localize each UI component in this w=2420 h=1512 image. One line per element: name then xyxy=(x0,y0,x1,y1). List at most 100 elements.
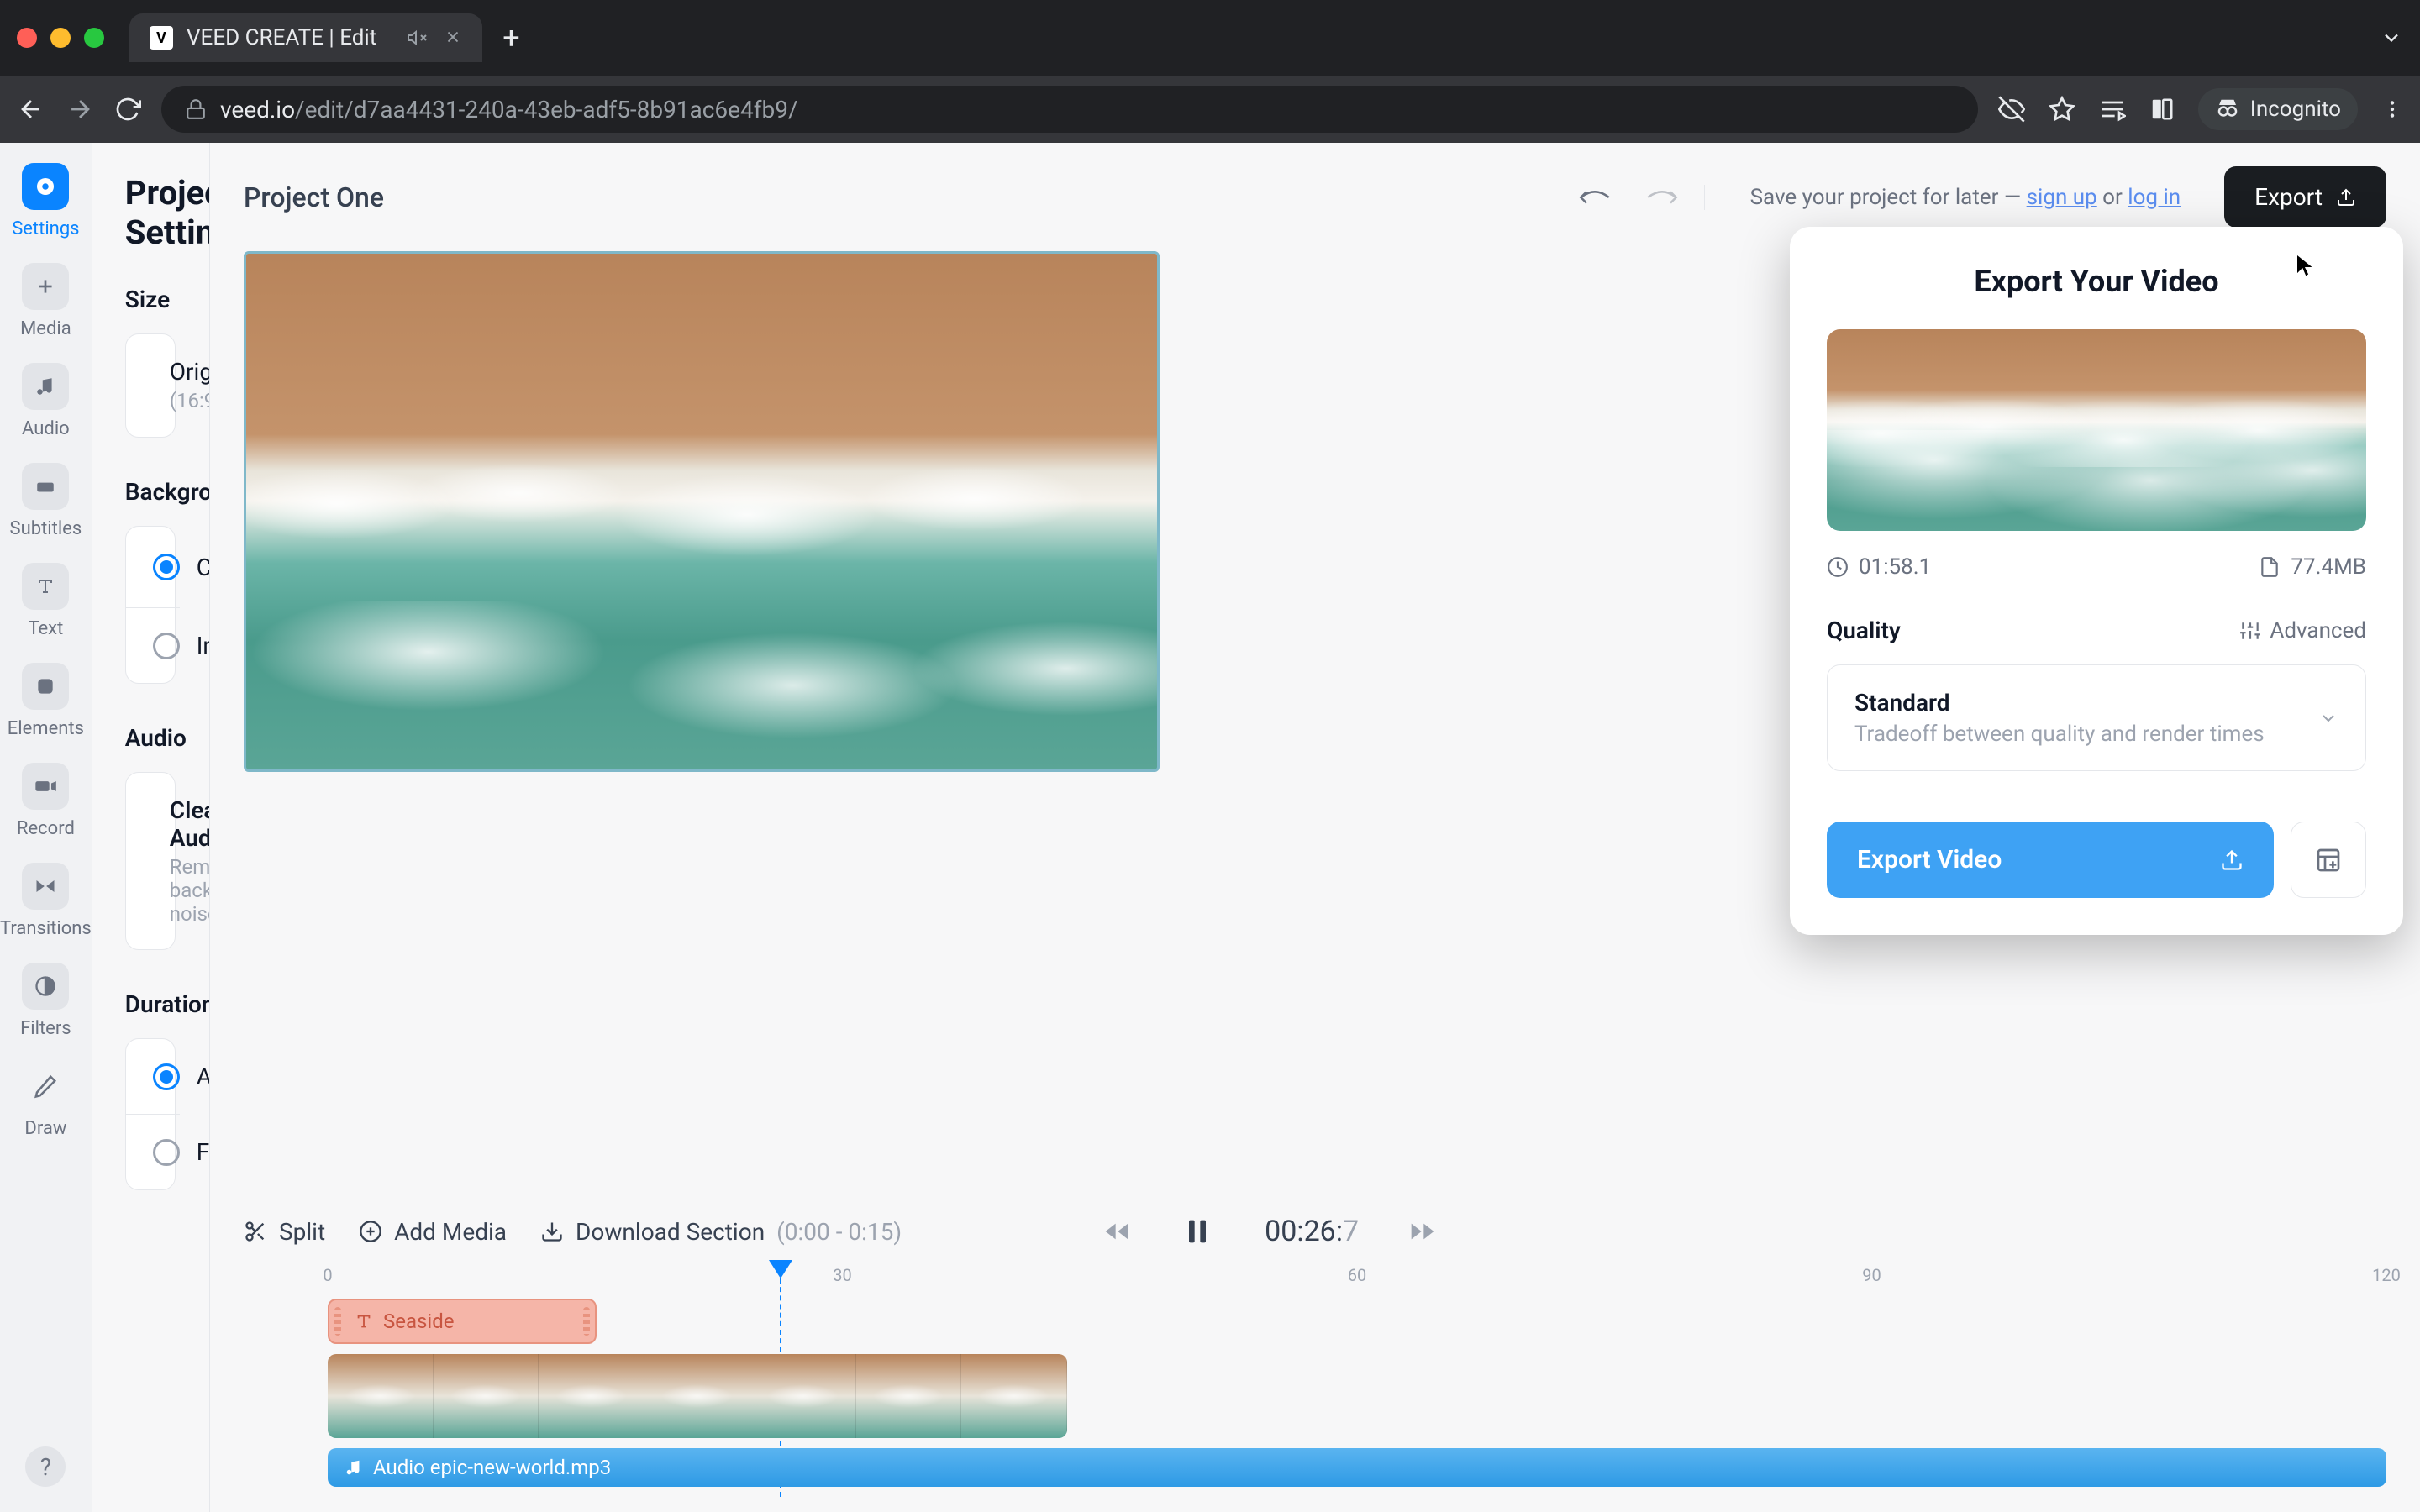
mute-tab-icon[interactable] xyxy=(407,28,427,48)
window-controls xyxy=(17,28,104,48)
undo-button[interactable] xyxy=(1578,185,1612,210)
upload-icon xyxy=(2220,848,2244,872)
transitions-icon xyxy=(22,863,69,910)
redo-button[interactable] xyxy=(1645,185,1679,210)
chevron-down-icon xyxy=(2318,708,2338,728)
download-section-button[interactable]: Download Section (0:00 - 0:15) xyxy=(540,1218,902,1246)
modal-title: Export Your Video xyxy=(1827,264,2366,299)
timeline: Split Add Media Download Section (0:00 -… xyxy=(210,1194,2420,1512)
audio-icon xyxy=(22,363,69,410)
log-in-link[interactable]: log in xyxy=(2128,185,2181,210)
text-clip-icon xyxy=(355,1312,373,1331)
reload-button[interactable] xyxy=(114,96,141,123)
sidebar-item-settings[interactable]: Settings xyxy=(12,163,79,239)
sidebar-item-record[interactable]: Record xyxy=(17,763,75,839)
sliders-icon xyxy=(2239,620,2261,642)
sidebar-item-transitions[interactable]: Transitions xyxy=(0,863,92,939)
back-button[interactable] xyxy=(17,95,45,123)
maximize-window[interactable] xyxy=(84,28,104,48)
plus-circle-icon xyxy=(359,1220,382,1243)
tab-favicon: V xyxy=(150,26,173,50)
fast-forward-button[interactable] xyxy=(1409,1218,1436,1245)
incognito-icon xyxy=(2215,97,2240,122)
draw-icon xyxy=(22,1063,69,1110)
download-icon xyxy=(540,1220,564,1243)
upload-icon xyxy=(2336,187,2356,207)
incognito-badge[interactable]: Incognito xyxy=(2198,88,2358,130)
filters-icon xyxy=(22,963,69,1010)
timeline-ruler[interactable]: 0 30 60 90 120 xyxy=(328,1265,2386,1290)
sidebar-item-filters[interactable]: Filters xyxy=(20,963,71,1039)
sign-up-link[interactable]: sign up xyxy=(2027,185,2097,210)
tab-title: VEED CREATE | Edit xyxy=(187,25,376,50)
size-dropdown[interactable]: Original (16:9) xyxy=(126,334,180,437)
export-preview-thumbnail xyxy=(1827,329,2366,531)
text-icon xyxy=(22,563,69,610)
subtitles-icon xyxy=(22,463,69,510)
settings-panel: Project Settings Size Original (16:9) Ba… xyxy=(92,143,210,1512)
export-duration: 01:58.1 xyxy=(1827,554,1931,580)
sidebar-item-subtitles[interactable]: Subtitles xyxy=(10,463,82,539)
pause-button[interactable] xyxy=(1181,1215,1214,1248)
duration-auto-option[interactable]: Automatic xyxy=(126,1039,180,1114)
split-button[interactable]: Split xyxy=(244,1218,325,1246)
save-prompt: Save your project for later — sign up or… xyxy=(1750,185,2181,210)
record-icon xyxy=(22,763,69,810)
quality-label: Quality xyxy=(1827,617,1901,644)
project-name[interactable]: Project One xyxy=(244,181,384,213)
add-media-button[interactable]: Add Media xyxy=(359,1218,507,1246)
url-path: /edit/d7aa4431-240a-43eb-adf5-8b91ac6e4f… xyxy=(295,96,797,123)
layout-plus-icon xyxy=(2315,847,2342,874)
export-template-button[interactable] xyxy=(2291,822,2366,898)
text-track-clip[interactable]: Seaside xyxy=(328,1299,597,1344)
kebab-menu-icon[interactable] xyxy=(2381,98,2403,120)
sidebar-item-elements[interactable]: Elements xyxy=(8,663,84,739)
extensions-icon[interactable] xyxy=(2149,97,2175,122)
music-note-icon xyxy=(345,1458,363,1477)
quality-selector[interactable]: Standard Tradeoff between quality and re… xyxy=(1827,664,2366,771)
browser-tab-strip: V VEED CREATE | Edit + xyxy=(0,0,2420,76)
audio-track-clip[interactable]: Audio epic-new-world.mp3 xyxy=(328,1448,2386,1487)
playhead-time: 00:26:7 xyxy=(1265,1215,1359,1248)
duration-section-label: Duration xyxy=(125,990,176,1018)
bookmark-icon[interactable] xyxy=(2049,96,2075,123)
video-preview[interactable] xyxy=(244,251,1160,772)
media-icon xyxy=(22,263,69,310)
export-modal: Export Your Video 01:58.1 77.4MB Quality… xyxy=(1790,227,2403,935)
url-input[interactable]: veed.io/edit/d7aa4431-240a-43eb-adf5-8b9… xyxy=(161,86,1978,133)
lock-icon xyxy=(185,98,207,120)
browser-tab[interactable]: V VEED CREATE | Edit xyxy=(129,13,482,62)
export-filesize: 77.4MB xyxy=(2259,554,2366,580)
sidebar-item-audio[interactable]: Audio xyxy=(22,363,70,439)
export-video-button[interactable]: Export Video xyxy=(1827,822,2274,898)
eye-off-icon[interactable] xyxy=(1998,96,2025,123)
sidebar-item-text[interactable]: Text xyxy=(22,563,69,639)
new-tab-button[interactable]: + xyxy=(502,20,519,55)
export-button[interactable]: Export xyxy=(2224,166,2386,228)
playlist-icon[interactable] xyxy=(2099,96,2126,123)
help-button[interactable]: ? xyxy=(25,1446,66,1487)
tool-sidebar: Settings Media Audio Subtitles Text Elem… xyxy=(0,143,92,1512)
sidebar-item-media[interactable]: Media xyxy=(20,263,71,339)
background-image-option[interactable]: Image Upload xyxy=(126,607,180,683)
minimize-window[interactable] xyxy=(50,28,71,48)
sidebar-item-draw[interactable]: Draw xyxy=(22,1063,69,1139)
background-color-option[interactable]: Color #000000 xyxy=(126,527,180,607)
video-track-clip[interactable] xyxy=(328,1354,1067,1438)
audio-section-label: Audio xyxy=(125,724,176,752)
rewind-button[interactable] xyxy=(1103,1218,1130,1245)
file-icon xyxy=(2259,556,2281,578)
playhead[interactable] xyxy=(769,1260,792,1278)
clock-icon xyxy=(1827,556,1849,578)
close-tab-icon[interactable] xyxy=(444,28,462,48)
address-bar: veed.io/edit/d7aa4431-240a-43eb-adf5-8b9… xyxy=(0,76,2420,143)
size-section-label: Size xyxy=(125,286,176,313)
forward-button[interactable] xyxy=(66,95,94,123)
tab-overflow-icon[interactable] xyxy=(2380,26,2403,50)
duration-fixed-option[interactable]: Fixed 01:58.1 xyxy=(126,1114,180,1189)
app-root: Settings Media Audio Subtitles Text Elem… xyxy=(0,143,2420,1512)
clean-audio-button[interactable]: Clean Audio Remove background noise xyxy=(126,773,180,949)
url-domain: veed.io xyxy=(220,96,295,123)
advanced-settings-button[interactable]: Advanced xyxy=(2239,618,2366,643)
close-window[interactable] xyxy=(17,28,37,48)
